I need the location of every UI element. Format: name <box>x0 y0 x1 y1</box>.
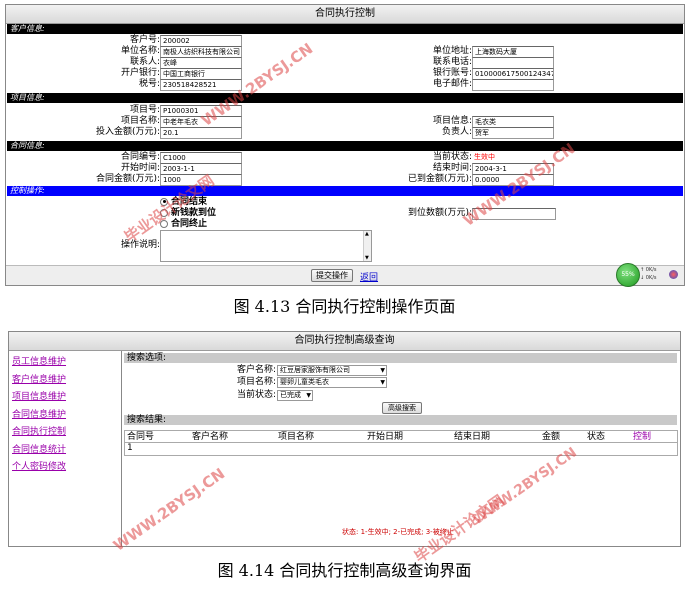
nav-contract-control[interactable]: 合同执行控制 <box>12 424 66 437</box>
nav-contract[interactable]: 合同信息维护 <box>12 407 66 420</box>
upload-speed: ↑ 0K/s <box>640 267 657 273</box>
project-no-label: 项目号: <box>129 105 160 115</box>
status-select[interactable]: 已完成 ▼ <box>277 390 313 401</box>
customer-name-select[interactable]: 红豆居家服饰有限公司 ▼ <box>277 365 387 376</box>
tray-app-icon[interactable] <box>669 270 678 279</box>
table-row: 1 <box>127 443 133 453</box>
nav-password[interactable]: 个人密码修改 <box>12 459 66 472</box>
scroll-down-icon[interactable]: ▼ <box>365 255 369 261</box>
op-desc-textarea[interactable]: ▲ ▼ <box>160 230 372 262</box>
row-divider <box>125 442 677 443</box>
email-field[interactable] <box>472 79 554 91</box>
submit-button[interactable]: 提交操作 <box>311 269 353 282</box>
nav-contract-stats[interactable]: 合同信息统计 <box>12 442 66 455</box>
project-name-label: 项目名称: <box>236 377 276 387</box>
sidebar: 员工信息维护 客户信息维护 项目信息维护 合同信息维护 合同执行控制 合同信息统… <box>9 351 122 546</box>
contact-label: 联系人: <box>129 57 160 67</box>
arrived-label: 已到金额(万元): <box>407 174 472 184</box>
nav-employee[interactable]: 员工信息维护 <box>12 354 66 367</box>
arrive-amount-label: 到位数额(万元): <box>407 208 472 218</box>
contract-no-label: 合同编号: <box>120 152 160 162</box>
tax-field[interactable]: 230518428521 <box>160 79 242 91</box>
customer-section-header: 客户信息: <box>7 24 683 34</box>
nav-project[interactable]: 项目信息维护 <box>12 389 66 402</box>
advanced-query-window: 合同执行控制高级查询 员工信息维护 客户信息维护 项目信息维护 合同信息维护 合… <box>8 331 681 547</box>
status-label: 当前状态: <box>236 390 276 400</box>
back-link[interactable]: 返回 <box>360 270 378 283</box>
op-desc-label: 操作说明: <box>120 240 160 250</box>
invest-label: 投入金额(万元): <box>95 127 160 137</box>
address-label: 单位地址: <box>432 46 472 56</box>
search-results-header: 搜索结果: <box>124 415 677 425</box>
bank-label: 开户银行: <box>120 68 160 78</box>
window-title: 合同执行控制高级查询 <box>9 332 680 351</box>
nav-customer[interactable]: 客户信息维护 <box>12 372 66 385</box>
network-meter-icon[interactable]: 55% <box>616 263 640 287</box>
end-label: 结束时间: <box>432 163 472 173</box>
start-label: 开始时间: <box>120 163 160 173</box>
manager-field[interactable]: 贺军 <box>472 127 554 139</box>
manager-label: 负责人: <box>441 127 472 137</box>
invest-field[interactable]: 20.1 <box>160 127 242 139</box>
caption-figure-4-13: 图 4.13 合同执行控制操作页面 <box>233 297 456 316</box>
operation-section-header: 控制操作: <box>7 186 683 196</box>
phone-label: 联系电话: <box>432 57 472 67</box>
status-label: 当前状态: <box>432 152 472 162</box>
scroll-up-icon[interactable]: ▲ <box>365 231 369 237</box>
tax-label: 税号: <box>138 79 160 89</box>
chevron-down-icon: ▼ <box>380 367 385 374</box>
form-footer: 提交操作 返回 55% ↑ 0K/s ↓ 0K/s <box>6 263 684 287</box>
chevron-down-icon: ▼ <box>380 379 385 386</box>
account-label: 银行账号: <box>432 68 472 78</box>
company-label: 单位名称: <box>120 46 160 56</box>
chevron-down-icon: ▼ <box>306 392 311 399</box>
customer-no-label: 客户号: <box>129 35 160 45</box>
amount-label: 合同金额(万元): <box>95 174 160 184</box>
results-table: 合同号 客户名称 项目名称 开始日期 结束日期 金额 状态 控制 1 <box>124 430 678 456</box>
email-label: 电子邮件: <box>432 79 472 89</box>
advanced-search-button[interactable]: 高级搜索 <box>382 402 422 414</box>
contract-control-window: 合同执行控制 客户信息: 客户号: 200002 单位名称: 南极人纺织科技有限… <box>5 4 685 287</box>
download-speed: ↓ 0K/s <box>640 275 657 281</box>
project-name-label: 项目名称: <box>120 116 160 126</box>
project-info-label: 项目信息: <box>432 116 472 126</box>
search-options-header: 搜索选项: <box>124 353 677 363</box>
contract-section-header: 合同信息: <box>7 141 683 151</box>
caption-figure-4-14: 图 4.14 合同执行控制高级查询界面 <box>217 561 472 580</box>
customer-name-label: 客户名称: <box>236 365 276 375</box>
project-section-header: 项目信息: <box>7 93 683 103</box>
textarea-scrollbar[interactable]: ▲ ▼ <box>363 231 371 261</box>
project-name-select[interactable]: 婴卵儿童类毛衣 ▼ <box>277 377 387 388</box>
window-title: 合同执行控制 <box>6 5 684 24</box>
